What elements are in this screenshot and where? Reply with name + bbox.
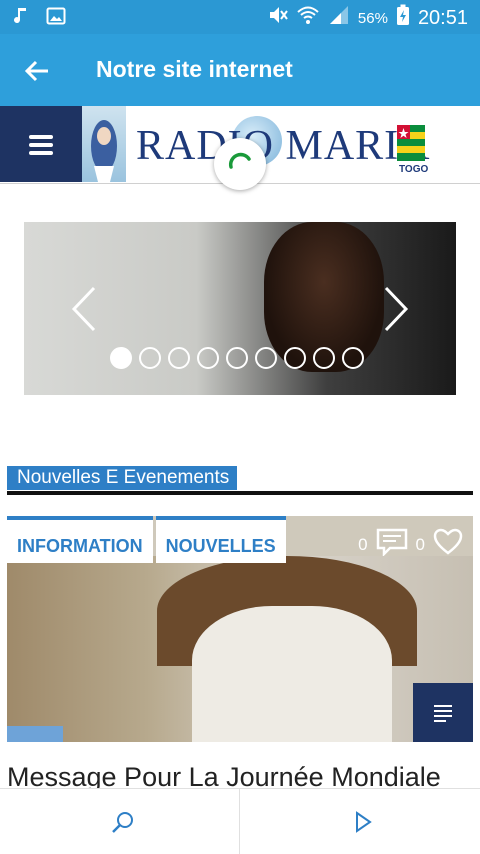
- music-note-icon: [14, 6, 30, 31]
- slider-dot[interactable]: [139, 347, 161, 369]
- clock: 20:51: [417, 6, 468, 29]
- article-card[interactable]: INFORMATION NOUVELLES 0 0: [7, 516, 473, 742]
- slider-dot[interactable]: [168, 347, 190, 369]
- app-bar: Notre site internet: [0, 34, 480, 106]
- section-header: Nouvelles E Evenements: [7, 466, 473, 495]
- status-bar: 56% 20:51: [0, 0, 480, 34]
- read-more-button[interactable]: [413, 683, 473, 742]
- battery-charging-icon: [396, 4, 410, 32]
- mute-icon: [268, 4, 288, 32]
- search-button[interactable]: [110, 809, 136, 835]
- image-icon: [46, 6, 66, 31]
- comment-icon[interactable]: [376, 528, 408, 561]
- slider-pagination[interactable]: [110, 347, 364, 369]
- comment-count: 0: [358, 534, 368, 554]
- tag-information[interactable]: INFORMATION: [7, 516, 153, 563]
- slider-prev-button[interactable]: [66, 284, 106, 334]
- article-headline[interactable]: Message Pour La Journée Mondiale: [7, 762, 473, 788]
- bottom-toolbar: [0, 788, 480, 854]
- slider-dot[interactable]: [255, 347, 277, 369]
- arrow-left-icon: [24, 60, 48, 82]
- hamburger-menu-button[interactable]: [0, 106, 82, 182]
- slider-dot[interactable]: [284, 347, 306, 369]
- radio-maria-logo[interactable]: RADIO MARIA: [136, 122, 431, 170]
- wifi-icon: [296, 4, 320, 32]
- search-icon: [112, 812, 133, 833]
- loading-spinner: [214, 138, 266, 190]
- battery-percent: 56%: [357, 9, 388, 27]
- back-button[interactable]: [22, 56, 52, 86]
- chevron-right-icon: [384, 286, 409, 332]
- tag-nouvelles[interactable]: NOUVELLES: [155, 516, 286, 563]
- page-title: Notre site internet: [96, 56, 293, 82]
- chevron-left-icon: [71, 286, 96, 332]
- play-icon: [356, 811, 372, 833]
- figure-shape: [192, 606, 392, 742]
- section-divider: [7, 491, 473, 495]
- madonna-image: [82, 106, 126, 182]
- like-count: 0: [415, 534, 425, 554]
- slider-next-button[interactable]: [374, 284, 414, 334]
- slider-dot[interactable]: [342, 347, 364, 369]
- slider-dot[interactable]: [110, 347, 132, 369]
- slider-dot[interactable]: [313, 347, 335, 369]
- togo-flag-icon: [397, 125, 425, 166]
- section-title: Nouvelles E Evenements: [7, 466, 238, 490]
- image-slider[interactable]: [24, 222, 456, 395]
- heart-icon[interactable]: [433, 528, 463, 561]
- toolbar-divider: [239, 789, 240, 854]
- image-corner-badge: [7, 726, 63, 742]
- slider-dot[interactable]: [226, 347, 248, 369]
- play-button[interactable]: [350, 809, 376, 835]
- slider-dot[interactable]: [197, 347, 219, 369]
- signal-icon: [328, 4, 350, 32]
- text-lines-icon: [434, 705, 452, 722]
- country-label: TOGO: [399, 164, 429, 175]
